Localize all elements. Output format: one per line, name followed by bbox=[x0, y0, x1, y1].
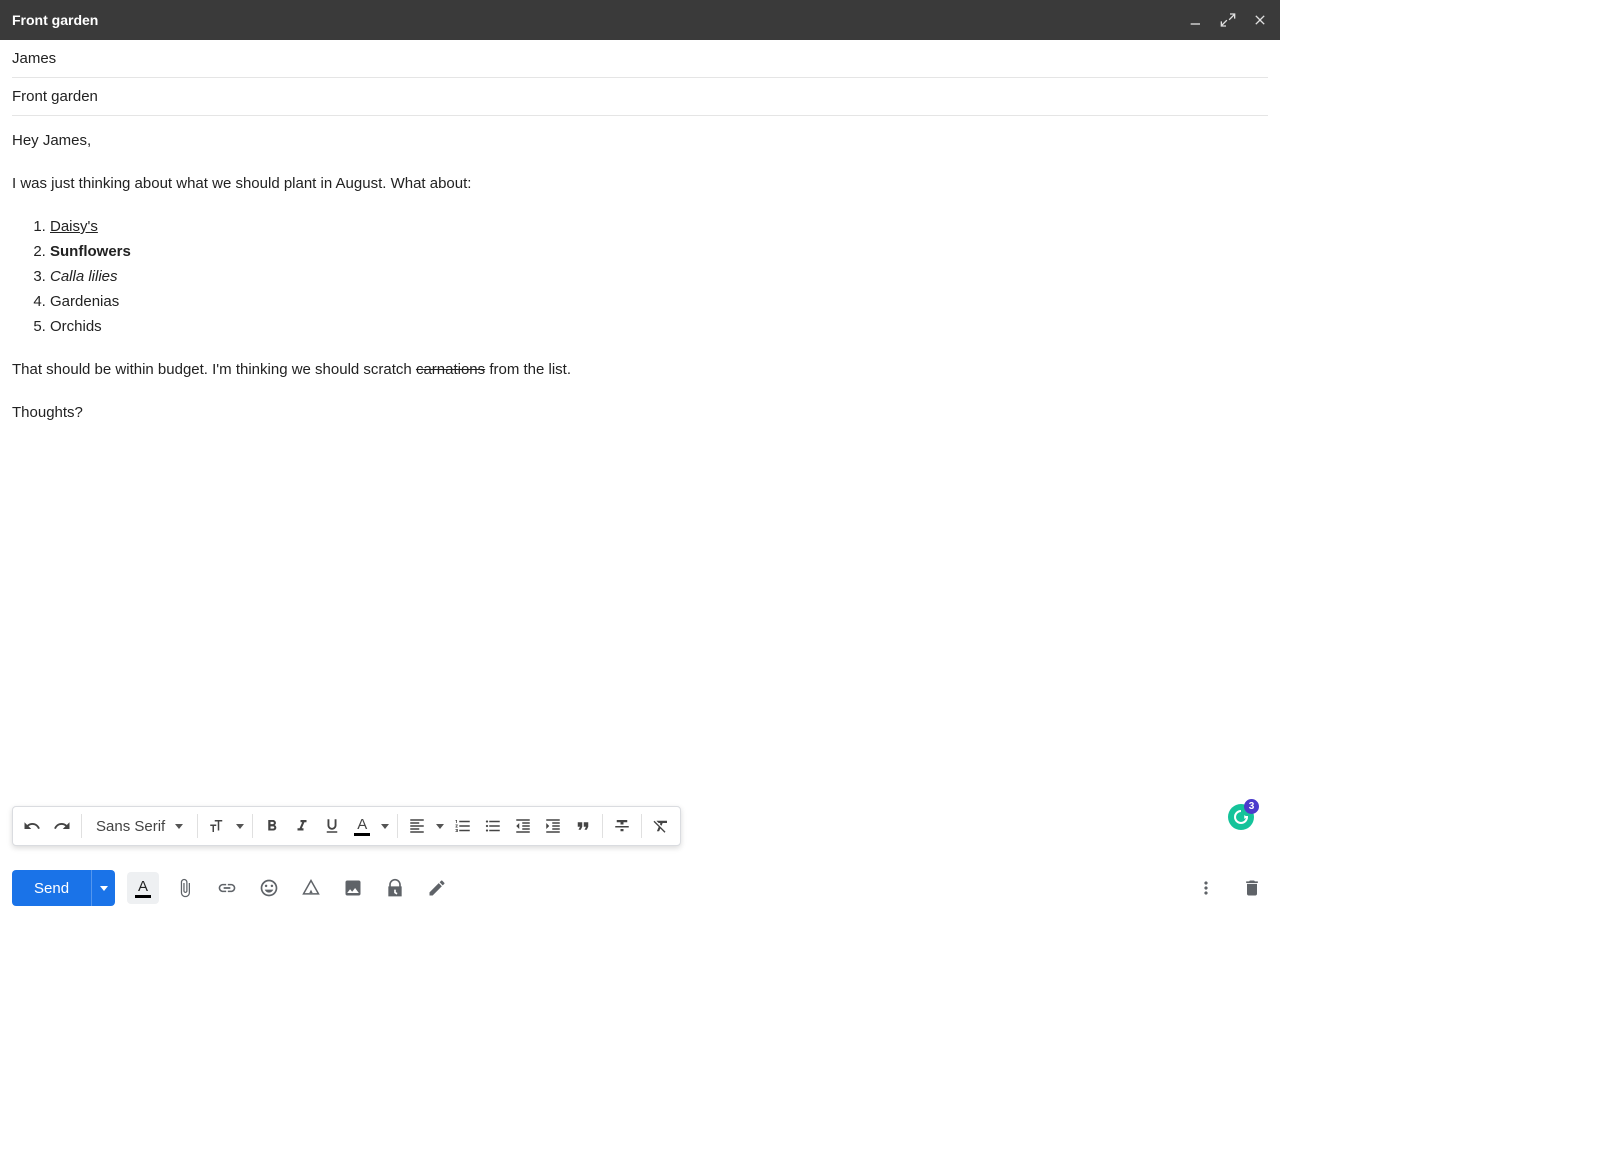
list-item: Calla lilies bbox=[50, 266, 1268, 287]
body-intro: I was just thinking about what we should… bbox=[12, 173, 1268, 194]
minimize-icon[interactable] bbox=[1188, 12, 1204, 28]
font-size-icon[interactable] bbox=[202, 811, 232, 841]
insert-drive-icon[interactable] bbox=[295, 872, 327, 904]
header-fields: James Front garden bbox=[0, 40, 1280, 116]
italic-icon[interactable] bbox=[287, 811, 317, 841]
body-closing: Thoughts? bbox=[12, 402, 1268, 423]
close-icon[interactable] bbox=[1252, 12, 1268, 28]
font-size-dropdown[interactable] bbox=[232, 811, 248, 841]
grammarly-count: 3 bbox=[1244, 799, 1259, 814]
font-family-label: Sans Serif bbox=[96, 818, 165, 835]
list-item: Orchids bbox=[50, 316, 1268, 337]
insert-signature-icon[interactable] bbox=[421, 872, 453, 904]
to-field[interactable]: James bbox=[12, 40, 1268, 78]
insert-emoji-icon[interactable] bbox=[253, 872, 285, 904]
grammarly-badge[interactable]: 3 bbox=[1228, 804, 1254, 830]
format-toolbar: Sans Serif A bbox=[12, 806, 681, 846]
undo-icon[interactable] bbox=[17, 811, 47, 841]
bold-icon[interactable] bbox=[257, 811, 287, 841]
chevron-down-icon bbox=[100, 886, 108, 891]
formatting-toggle-button[interactable]: A bbox=[127, 872, 159, 904]
redo-icon[interactable] bbox=[47, 811, 77, 841]
insert-link-icon[interactable] bbox=[211, 872, 243, 904]
send-label: Send bbox=[12, 870, 91, 906]
email-body[interactable]: Hey James, I was just thinking about wha… bbox=[0, 116, 1280, 459]
indent-more-icon[interactable] bbox=[538, 811, 568, 841]
chevron-down-icon bbox=[175, 824, 183, 829]
text-color-icon[interactable]: A bbox=[347, 811, 377, 841]
window-titlebar: Front garden bbox=[0, 0, 1280, 40]
bulleted-list-icon[interactable] bbox=[478, 811, 508, 841]
to-value: James bbox=[12, 50, 56, 67]
send-more-dropdown[interactable] bbox=[91, 870, 115, 906]
window-actions bbox=[1188, 12, 1268, 28]
align-icon[interactable] bbox=[402, 811, 432, 841]
confidential-mode-icon[interactable] bbox=[379, 872, 411, 904]
more-options-icon[interactable] bbox=[1190, 872, 1222, 904]
insert-photo-icon[interactable] bbox=[337, 872, 369, 904]
body-greeting: Hey James, bbox=[12, 130, 1268, 151]
window-title: Front garden bbox=[12, 12, 98, 28]
chevron-down-icon bbox=[236, 824, 244, 829]
align-dropdown[interactable] bbox=[432, 811, 448, 841]
plant-list: Daisy's Sunflowers Calla lilies Gardenia… bbox=[50, 216, 1268, 337]
pop-in-icon[interactable] bbox=[1220, 12, 1236, 28]
remove-formatting-icon[interactable] bbox=[646, 811, 676, 841]
underline-icon[interactable] bbox=[317, 811, 347, 841]
font-family-picker[interactable]: Sans Serif bbox=[86, 818, 193, 835]
text-color-dropdown[interactable] bbox=[377, 811, 393, 841]
attach-file-icon[interactable] bbox=[169, 872, 201, 904]
list-item: Gardenias bbox=[50, 291, 1268, 312]
quote-icon[interactable] bbox=[568, 811, 598, 841]
body-budget: That should be within budget. I'm thinki… bbox=[12, 359, 1268, 380]
discard-draft-icon[interactable] bbox=[1236, 872, 1268, 904]
list-item: Sunflowers bbox=[50, 241, 1268, 262]
bottom-toolbar: Send A bbox=[0, 854, 1280, 922]
subject-value: Front garden bbox=[12, 88, 98, 105]
list-item: Daisy's bbox=[50, 216, 1268, 237]
chevron-down-icon bbox=[381, 824, 389, 829]
send-button[interactable]: Send bbox=[12, 870, 115, 906]
indent-less-icon[interactable] bbox=[508, 811, 538, 841]
subject-field[interactable]: Front garden bbox=[12, 78, 1268, 116]
chevron-down-icon bbox=[436, 824, 444, 829]
numbered-list-icon[interactable] bbox=[448, 811, 478, 841]
strikethrough-icon[interactable] bbox=[607, 811, 637, 841]
